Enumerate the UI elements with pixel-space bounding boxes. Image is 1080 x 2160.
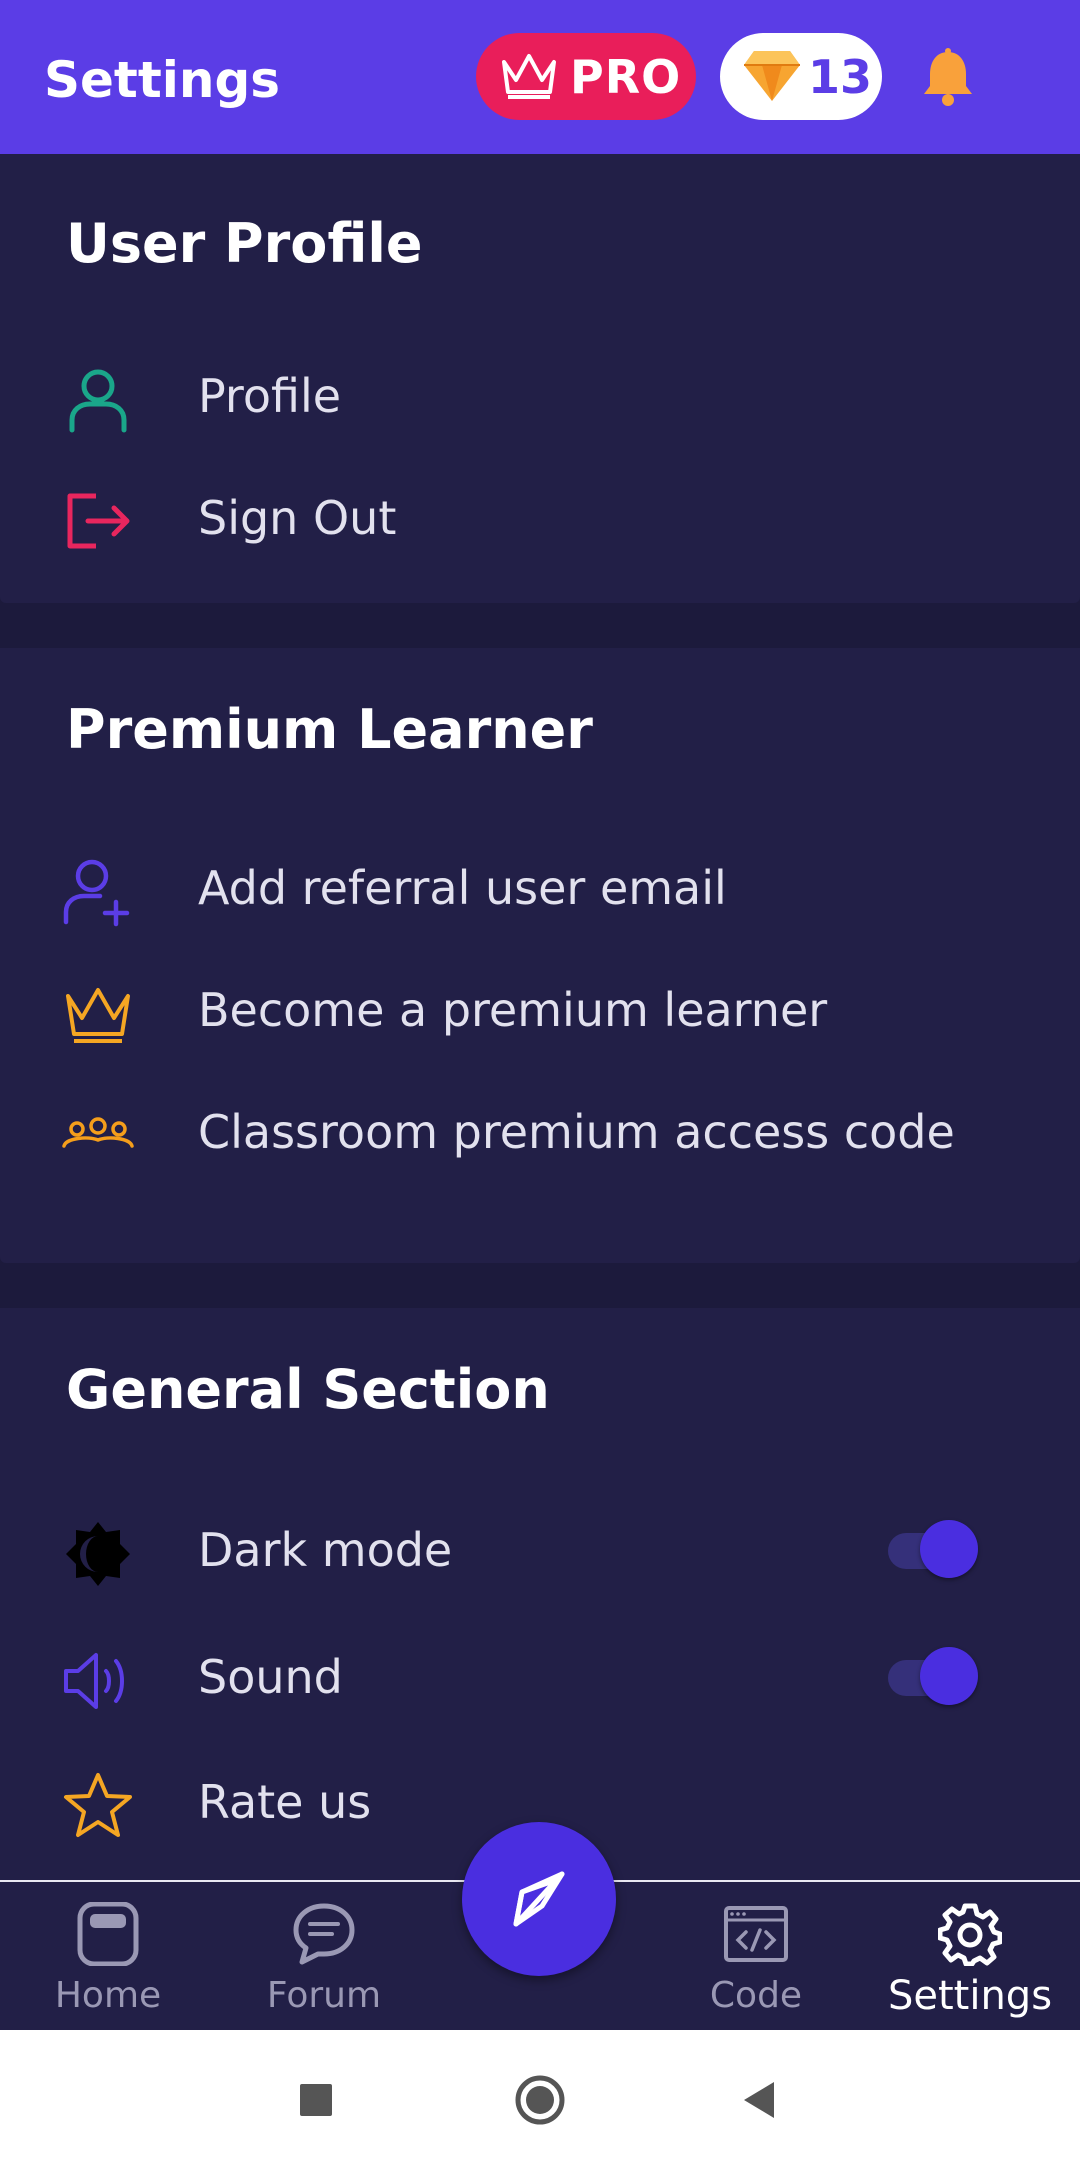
forum-icon — [292, 1902, 356, 1966]
section-title: General Section — [66, 1358, 550, 1421]
back-triangle-icon — [744, 2082, 774, 2118]
recents-button[interactable] — [286, 2070, 346, 2130]
user-icon — [62, 364, 134, 436]
nav-label: Settings — [887, 1973, 1053, 2019]
nav-label: Forum — [266, 1975, 382, 2016]
sign-out-item[interactable]: Sign Out — [0, 466, 1080, 566]
system-navigation-bar — [0, 2030, 1080, 2160]
nav-label: Code — [709, 1975, 803, 2016]
item-label: Dark mode — [198, 1523, 453, 1577]
page-title: Settings — [44, 51, 281, 109]
sound-icon — [62, 1645, 134, 1717]
explore-fab[interactable] — [462, 1822, 616, 1976]
nav-home[interactable]: Home — [8, 1882, 208, 2032]
back-button[interactable] — [730, 2070, 790, 2130]
item-label: Sign Out — [198, 491, 397, 545]
item-label: Rate us — [198, 1775, 372, 1829]
item-label: Classroom premium access code — [198, 1105, 955, 1159]
pro-badge-button[interactable]: PRO — [476, 33, 696, 120]
profile-item[interactable]: Profile — [0, 344, 1080, 444]
nav-code[interactable]: Code — [656, 1882, 856, 2032]
general-section: General Section Dark mode Sound Rate us — [0, 1308, 1080, 1880]
user-add-icon — [62, 856, 134, 928]
home-icon — [76, 1901, 140, 1967]
toggle-knob — [920, 1647, 978, 1705]
section-title: User Profile — [66, 212, 423, 275]
gear-icon — [937, 1902, 1003, 1967]
sign-out-icon — [62, 486, 134, 558]
classroom-code-item[interactable]: Classroom premium access code — [0, 1080, 1080, 1180]
crown-icon — [498, 50, 560, 104]
crown-icon — [62, 978, 134, 1050]
item-label: Become a premium learner — [198, 983, 828, 1037]
compass-icon — [513, 1871, 565, 1927]
premium-learner-section: Premium Learner Add referral user email … — [0, 648, 1080, 1263]
user-profile-section: User Profile Profile Sign Out — [0, 154, 1080, 603]
gem-count: 13 — [808, 49, 873, 104]
group-icon — [62, 1100, 134, 1172]
pro-label: PRO — [570, 49, 682, 104]
item-label: Add referral user email — [198, 861, 727, 915]
sound-item: Sound — [0, 1625, 1080, 1725]
sound-toggle[interactable] — [888, 1647, 980, 1705]
star-icon — [62, 1770, 134, 1842]
toggle-knob — [920, 1520, 978, 1578]
nav-settings[interactable]: Settings — [870, 1882, 1070, 2032]
item-label: Sound — [198, 1650, 343, 1704]
dark-mode-icon — [62, 1518, 134, 1590]
dark-mode-toggle[interactable] — [888, 1520, 980, 1578]
bell-icon[interactable] — [920, 48, 976, 108]
circle-icon — [515, 2075, 565, 2125]
become-premium-item[interactable]: Become a premium learner — [0, 958, 1080, 1058]
square-icon — [300, 2084, 332, 2116]
add-referral-item[interactable]: Add referral user email — [0, 836, 1080, 936]
home-button[interactable] — [510, 2070, 570, 2130]
item-label: Profile — [198, 369, 342, 423]
section-title: Premium Learner — [66, 698, 593, 761]
nav-forum[interactable]: Forum — [224, 1882, 424, 2032]
gems-counter-button[interactable]: 13 — [720, 33, 882, 120]
top-app-bar: Settings PRO 13 — [0, 0, 1080, 154]
gem-icon — [742, 47, 802, 107]
nav-label: Home — [54, 1975, 162, 2016]
code-icon — [724, 1902, 788, 1966]
dark-mode-item: Dark mode — [0, 1498, 1080, 1598]
